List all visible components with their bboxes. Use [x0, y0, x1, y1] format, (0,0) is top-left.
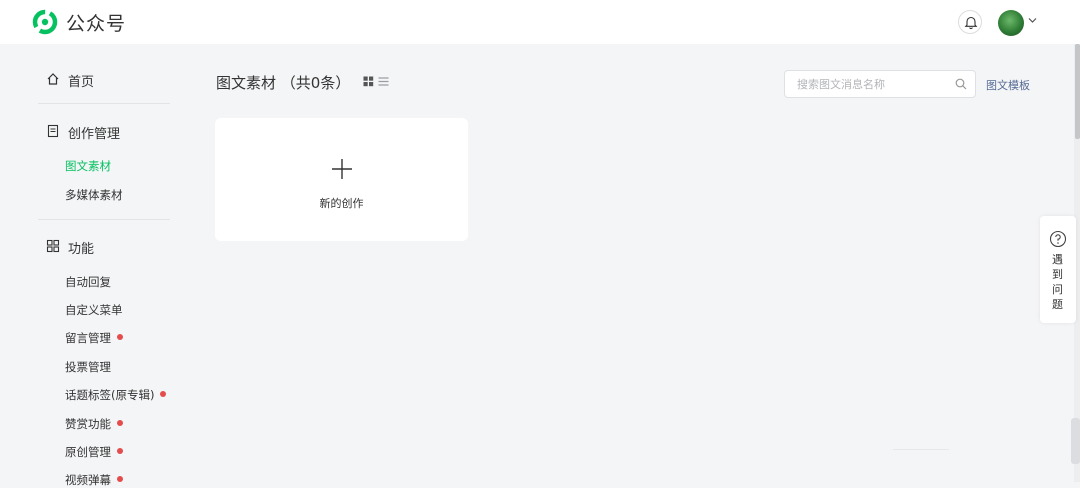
page-title-text: 图文素材: [216, 74, 277, 92]
article-template-link[interactable]: 图文模板: [986, 77, 1030, 93]
home-icon: [47, 73, 59, 85]
sidebar-item-label: 留言管理: [65, 331, 111, 345]
question-mark-icon: [1049, 230, 1067, 248]
sidebar-creation-label: 创作管理: [68, 127, 121, 142]
search-input[interactable]: [797, 76, 947, 92]
grid-view-icon[interactable]: [363, 76, 374, 87]
account-avatar[interactable]: [998, 10, 1024, 36]
red-dot-badge: [160, 391, 167, 397]
sidebar-item-label: 原创管理: [65, 445, 111, 459]
sidebar-item-article-materials[interactable]: 图文素材: [65, 158, 111, 174]
document-icon: [47, 124, 59, 138]
sidebar-item-video-danmaku[interactable]: 视频弹幕: [65, 472, 123, 488]
search-field[interactable]: [784, 70, 976, 98]
plus-icon: [332, 159, 352, 179]
new-creation-label: 新的创作: [319, 197, 364, 210]
chevron-down-icon[interactable]: [1028, 17, 1037, 24]
red-dot-badge: [117, 448, 123, 454]
sidebar-item-comments[interactable]: 留言管理: [65, 330, 123, 346]
divider: [893, 449, 949, 450]
sidebar-item-label: 视频弹幕: [65, 473, 111, 487]
list-view-icon[interactable]: [378, 76, 389, 87]
scroll-grip[interactable]: [1071, 418, 1080, 464]
item-count: （共0条）: [280, 74, 351, 92]
red-dot-badge: [117, 334, 123, 340]
red-dot-badge: [117, 476, 123, 482]
sidebar-features-label: 功能: [68, 242, 95, 257]
red-dot-badge: [117, 420, 123, 426]
grid-icon: [46, 239, 60, 253]
help-label: 遇到问题: [1052, 253, 1063, 311]
sidebar-item-topic-tags[interactable]: 话题标签(原专辑): [65, 387, 167, 403]
top-bar: 公众号: [0, 0, 1080, 44]
sidebar-item-media-materials[interactable]: 多媒体素材: [65, 187, 123, 203]
bell-icon: [964, 16, 978, 30]
help-widget[interactable]: 遇到问题: [1040, 216, 1076, 323]
sidebar-item-tips[interactable]: 赞赏功能: [65, 416, 123, 432]
wechat-official-account-logo[interactable]: [32, 9, 58, 35]
notification-button[interactable]: [958, 10, 982, 34]
new-creation-card[interactable]: 新的创作: [215, 118, 468, 241]
sidebar-divider: [38, 103, 170, 104]
page-title: 图文素材 （共0条）: [216, 72, 350, 93]
sidebar-home-label: 首页: [68, 75, 95, 90]
sidebar-item-votes[interactable]: 投票管理: [65, 359, 111, 375]
sidebar-divider: [38, 219, 170, 220]
sidebar-item-label: 话题标签(原专辑): [65, 388, 155, 402]
search-icon[interactable]: [955, 78, 967, 90]
sidebar-item-label: 赞赏功能: [65, 417, 111, 431]
app-title: 公众号: [66, 13, 127, 35]
sidebar-item-originals[interactable]: 原创管理: [65, 444, 123, 460]
sidebar-item-auto-reply[interactable]: 自动回复: [65, 274, 111, 290]
scrollbar-thumb[interactable]: [1075, 44, 1080, 139]
sidebar-item-custom-menu[interactable]: 自定义菜单: [65, 302, 123, 318]
